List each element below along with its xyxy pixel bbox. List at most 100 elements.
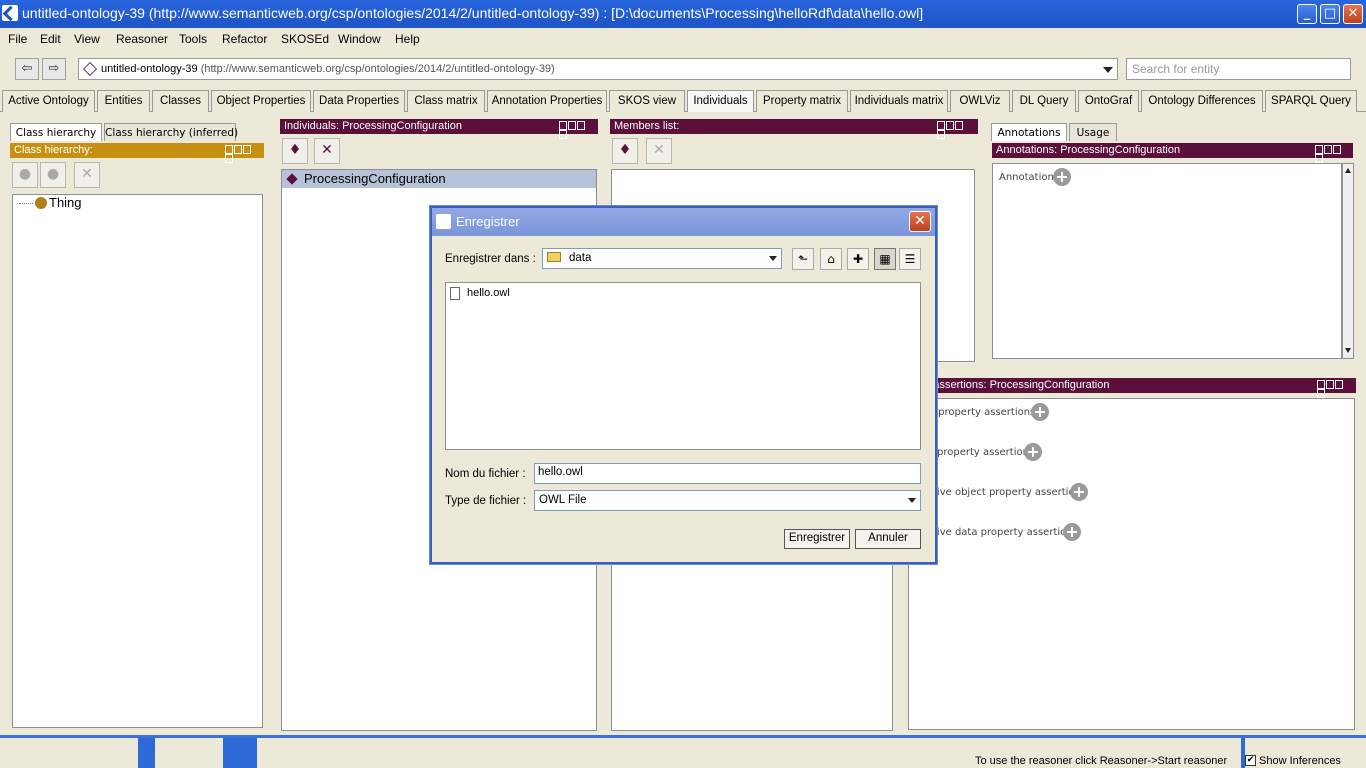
delete-class-icon: ✕ bbox=[81, 166, 93, 182]
tab-owlviz[interactable]: OWLViz bbox=[950, 90, 1010, 112]
tab-dl-query[interactable]: DL Query bbox=[1012, 90, 1076, 112]
details-view-icon: ☰ bbox=[904, 252, 916, 266]
maximize-button[interactable]: □ bbox=[1320, 4, 1340, 24]
delete-member-button[interactable]: ✕ bbox=[646, 138, 672, 164]
tab-individuals-matrix[interactable]: Individuals matrix bbox=[850, 90, 948, 112]
list-item[interactable]: hello.owl bbox=[448, 287, 528, 301]
class-hierarchy-title: Class hierarchy: bbox=[14, 144, 93, 156]
tab-skos-view[interactable]: SKOS view bbox=[609, 90, 685, 112]
tab-entities[interactable]: Entities bbox=[97, 90, 150, 112]
details-view-button[interactable]: ☰ bbox=[899, 248, 921, 270]
tab-ontology-differences[interactable]: Ontology Differences bbox=[1141, 90, 1263, 112]
class-hierarchy-panel: Class hierarchy Class hierarchy (inferre… bbox=[8, 117, 266, 732]
menu-window[interactable]: Window bbox=[338, 32, 381, 46]
view-controls[interactable] bbox=[936, 121, 970, 139]
view-controls[interactable] bbox=[224, 145, 258, 163]
menu-skosed[interactable]: SKOSEd bbox=[281, 32, 329, 46]
tab-class-hierarchy[interactable]: Class hierarchy bbox=[10, 123, 102, 141]
add-individual-icon: ♦ bbox=[288, 142, 302, 158]
add-sibling-button[interactable]: ● bbox=[40, 162, 66, 188]
add-sibling-icon: ● bbox=[46, 166, 60, 182]
list-view-button[interactable]: ▦ bbox=[874, 248, 896, 270]
close-button[interactable]: ✕ bbox=[1343, 4, 1363, 24]
tab-ontograf[interactable]: OntoGraf bbox=[1078, 90, 1139, 112]
tab-active-ontology[interactable]: Active Ontology bbox=[2, 90, 95, 112]
add-individual-button[interactable]: ♦ bbox=[282, 138, 308, 164]
add-member-button[interactable]: ♦ bbox=[612, 138, 638, 164]
add-negative-object-assertion-button[interactable]: + bbox=[1070, 483, 1088, 501]
scroll-up-icon bbox=[1345, 168, 1351, 173]
tab-class-matrix[interactable]: Class matrix bbox=[407, 90, 485, 112]
menu-reasoner[interactable]: Reasoner bbox=[116, 32, 168, 46]
annotations-panel: Annotations Usage Annotations: Processin… bbox=[988, 117, 1356, 365]
annotations-label: Annotations bbox=[999, 172, 1060, 183]
view-controls[interactable] bbox=[1316, 380, 1350, 398]
menu-refactor[interactable]: Refactor bbox=[222, 32, 267, 46]
active-ontology-selector[interactable]: untitled-ontology-39 (http://www.semanti… bbox=[78, 58, 1118, 80]
back-arrow-icon: ⇦ bbox=[21, 61, 33, 76]
filetype-value: OWL File bbox=[539, 494, 587, 506]
individual-diamond-icon bbox=[286, 173, 298, 185]
annotations-header: Annotations: ProcessingConfiguration bbox=[992, 143, 1353, 163]
add-subclass-button[interactable]: ● bbox=[12, 162, 38, 188]
filetype-dropdown[interactable]: OWL File bbox=[534, 490, 921, 511]
minimize-button[interactable]: _ bbox=[1297, 4, 1317, 24]
back-button[interactable]: ⇦ bbox=[15, 58, 39, 80]
add-object-assertion-button[interactable]: + bbox=[1031, 403, 1049, 421]
delete-class-button[interactable]: ✕ bbox=[74, 162, 100, 188]
menu-tools[interactable]: Tools bbox=[179, 32, 207, 46]
object-property-assertions-label: t property assertions bbox=[931, 407, 1036, 418]
view-controls[interactable] bbox=[558, 121, 592, 139]
tab-individuals[interactable]: Individuals bbox=[687, 90, 754, 112]
menu-edit[interactable]: Edit bbox=[40, 32, 61, 46]
members-lower-area bbox=[611, 563, 893, 731]
annotations-scrollbar[interactable] bbox=[1342, 163, 1354, 359]
tab-property-matrix[interactable]: Property matrix bbox=[756, 90, 848, 112]
add-annotation-button[interactable]: + bbox=[1053, 168, 1071, 186]
tab-class-hierarchy-inferred[interactable]: Class hierarchy (inferred) bbox=[104, 123, 238, 141]
forward-button[interactable]: ⇨ bbox=[42, 58, 66, 80]
view-controls[interactable] bbox=[1314, 145, 1348, 163]
tab-annotation-properties[interactable]: Annotation Properties bbox=[487, 90, 607, 112]
delete-individual-button[interactable]: ✕ bbox=[314, 138, 340, 164]
cancel-button[interactable]: Annuler bbox=[855, 529, 921, 549]
property-assertions-title: erty assertions: ProcessingConfiguration bbox=[912, 379, 1110, 391]
entity-search-input[interactable]: Search for entity bbox=[1126, 58, 1351, 80]
close-icon: ✕ bbox=[1347, 6, 1359, 21]
add-data-assertion-button[interactable]: + bbox=[1024, 443, 1042, 461]
tab-sparql-query[interactable]: SPARQL Query bbox=[1265, 90, 1357, 112]
new-folder-button[interactable]: ✚ bbox=[847, 248, 869, 270]
add-negative-data-assertion-button[interactable]: + bbox=[1063, 523, 1081, 541]
menu-view[interactable]: View bbox=[74, 32, 100, 46]
class-tree[interactable]: Thing bbox=[12, 194, 263, 728]
menu-help[interactable]: Help bbox=[395, 32, 420, 46]
annotations-list[interactable]: Annotations + bbox=[992, 163, 1342, 359]
menu-file[interactable]: File bbox=[8, 32, 27, 46]
tree-node-thing[interactable]: Thing bbox=[49, 195, 82, 210]
navigation-bar: ⇦ ⇨ untitled-ontology-39 (http://www.sem… bbox=[0, 52, 1366, 86]
class-hierarchy-header: Class hierarchy: bbox=[10, 143, 264, 163]
up-folder-button[interactable]: ⬑ bbox=[792, 248, 814, 270]
file-name: hello.owl bbox=[467, 287, 510, 299]
up-folder-icon: ⬑ bbox=[797, 252, 809, 266]
tab-usage[interactable]: Usage bbox=[1069, 123, 1117, 141]
home-folder-button[interactable]: ⌂ bbox=[820, 248, 842, 270]
save-button[interactable]: Enregistrer bbox=[784, 529, 850, 549]
filename-input[interactable]: hello.owl bbox=[534, 463, 921, 484]
save-in-dropdown[interactable]: data bbox=[542, 248, 782, 269]
reasoner-status-message: To use the reasoner click Reasoner->Star… bbox=[975, 755, 1228, 767]
dialog-titlebar: Enregistrer ✕ bbox=[432, 208, 935, 236]
minimize-icon: _ bbox=[1303, 6, 1311, 21]
filename-label: Nom du fichier : bbox=[445, 468, 526, 480]
tab-classes[interactable]: Classes bbox=[152, 90, 209, 112]
show-inferences-checkbox[interactable]: ✔ bbox=[1245, 755, 1256, 766]
list-item[interactable]: ProcessingConfiguration bbox=[282, 170, 596, 188]
dialog-close-button[interactable]: ✕ bbox=[909, 211, 931, 232]
tab-data-properties[interactable]: Data Properties bbox=[313, 90, 405, 112]
dialog-app-icon bbox=[436, 214, 451, 229]
file-list[interactable]: hello.owl bbox=[445, 282, 921, 450]
tab-annotations[interactable]: Annotations bbox=[991, 123, 1067, 141]
tab-object-properties[interactable]: Object Properties bbox=[211, 90, 311, 112]
save-dialog: Enregistrer ✕ Enregistrer dans : data ⬑ … bbox=[430, 206, 937, 564]
property-assertions-list[interactable]: t property assertions + property asserti… bbox=[908, 398, 1355, 730]
